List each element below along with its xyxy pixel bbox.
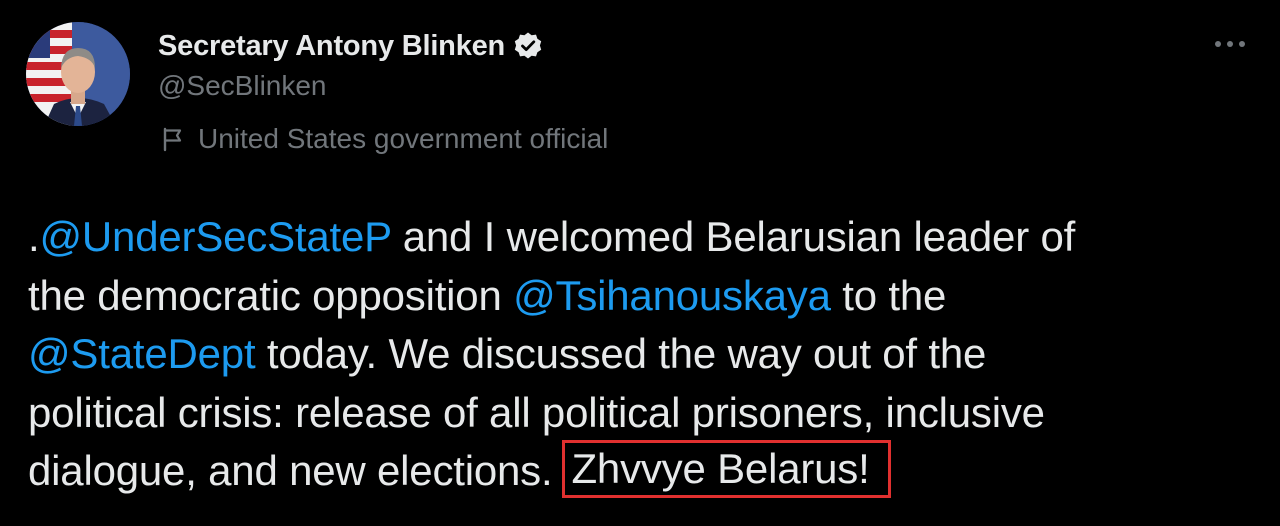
tweet-line-1: .@UnderSecStateP and I welcomed Belarusi… bbox=[28, 208, 1258, 267]
tweet-text: .@UnderSecStateP and I welcomed Belarusi… bbox=[28, 208, 1258, 501]
display-name[interactable]: Secretary Antony Blinken bbox=[158, 30, 505, 63]
avatar[interactable] bbox=[26, 22, 130, 126]
author-handle[interactable]: @SecBlinken bbox=[158, 70, 327, 102]
government-label[interactable]: United States government official bbox=[160, 120, 608, 158]
tweet-text-segment: political crisis: release of all politic… bbox=[28, 388, 1045, 436]
more-options-icon[interactable] bbox=[1210, 30, 1250, 58]
mention-link-undersecstatep[interactable]: @UnderSecStateP bbox=[39, 213, 391, 260]
tweet-line-4: political crisis: release of all politic… bbox=[28, 384, 1258, 443]
tweet-line-2: the democratic opposition @Tsihanouskaya… bbox=[28, 267, 1258, 326]
flag-icon bbox=[160, 126, 186, 152]
mention-link-tsihanouskaya[interactable]: @Tsihanouskaya bbox=[513, 272, 831, 319]
tweet-text-segment: . bbox=[28, 213, 40, 260]
tweet-line-5: dialogue, and new elections. Zhvvye Belar… bbox=[28, 440, 1258, 501]
tweet-text-segment: today. We discussed the way out of the bbox=[255, 330, 987, 377]
tweet-text-segment: dialogue, and new elections. bbox=[28, 447, 553, 494]
author-name-row[interactable]: Secretary Antony Blinken bbox=[158, 26, 543, 66]
government-label-text: United States government official bbox=[198, 123, 609, 154]
tweet-line-3: @StateDept today. We discussed the way o… bbox=[28, 325, 1258, 384]
tweet-text-segment: the democratic opposition bbox=[28, 271, 514, 319]
mention-link-statedept[interactable]: @StateDept bbox=[28, 330, 256, 377]
highlighted-phrase: Zhvvye Belarus! bbox=[562, 440, 891, 498]
verified-badge-icon bbox=[513, 31, 543, 61]
tweet-text-segment: and I welcomed Belarusian leader of bbox=[391, 213, 1076, 260]
tweet-text-segment: to the bbox=[830, 271, 947, 319]
